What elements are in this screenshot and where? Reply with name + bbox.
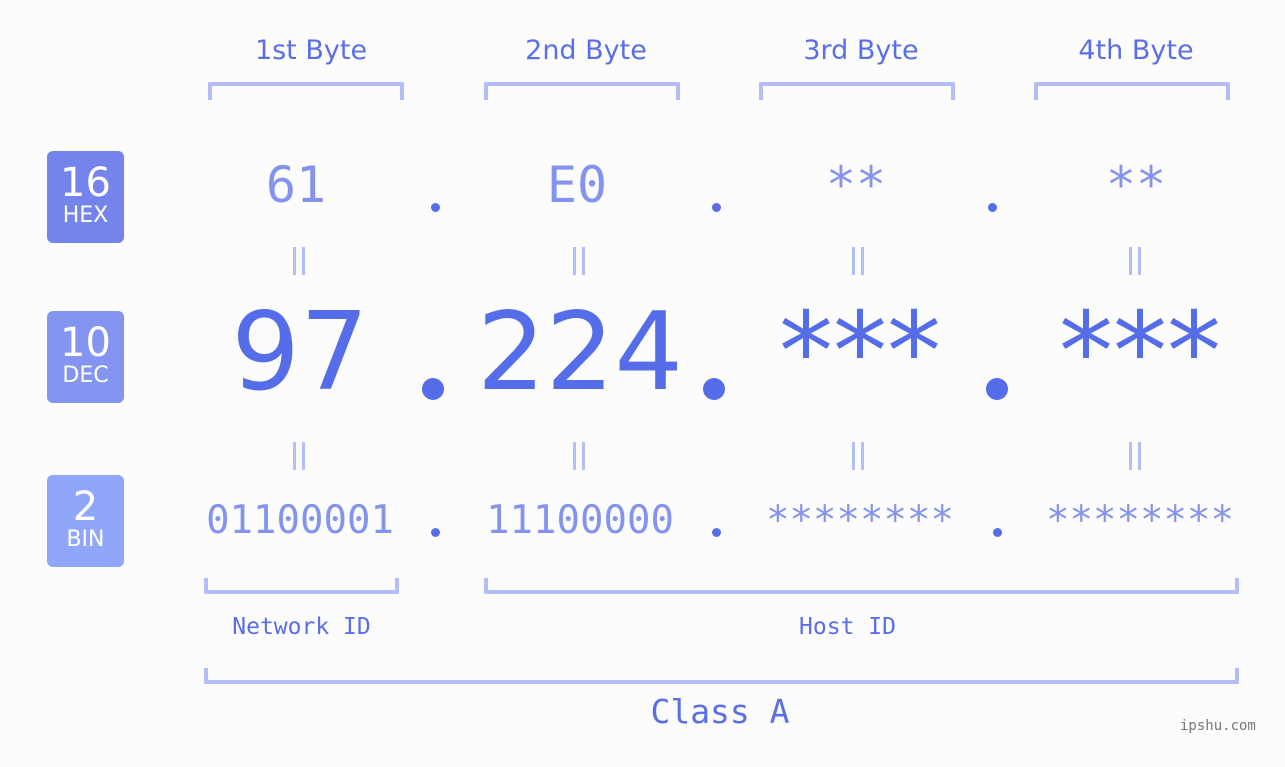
hex-separator-dot	[712, 203, 721, 212]
hex-byte-2: E0	[546, 156, 608, 214]
hex-byte-3: **	[825, 156, 887, 214]
byte-bracket-3	[759, 82, 955, 100]
dec-badge-base: 10	[60, 320, 111, 366]
hex-badge-base: 16	[60, 160, 111, 206]
dec-byte-3: ***	[779, 290, 941, 415]
equals-icon	[291, 247, 307, 275]
equals-icon	[291, 442, 307, 470]
host-id-label: Host ID	[799, 614, 896, 640]
equals-icon	[1127, 442, 1143, 470]
watermark: ipshu.com	[1180, 718, 1256, 734]
hex-badge: 16 HEX	[47, 151, 124, 243]
network-id-label: Network ID	[232, 614, 371, 640]
ip-class-label: Class A	[650, 692, 790, 731]
hex-byte-1: 61	[265, 156, 327, 214]
dec-badge-label: DEC	[62, 363, 109, 388]
bin-badge-base: 2	[72, 484, 99, 530]
bin-byte-3: ********	[766, 498, 954, 543]
bin-separator-dot	[993, 528, 1002, 537]
equals-icon	[850, 247, 866, 275]
byte-header-3: 3rd Byte	[803, 35, 919, 66]
dec-separator-dot	[422, 378, 444, 400]
byte-header-4: 4th Byte	[1078, 35, 1194, 66]
equals-icon	[1127, 247, 1143, 275]
equals-icon	[571, 442, 587, 470]
dec-separator-dot	[986, 378, 1008, 400]
bin-separator-dot	[712, 528, 721, 537]
bin-byte-1: 01100001	[206, 498, 394, 543]
equals-icon	[571, 247, 587, 275]
hex-byte-4: **	[1105, 156, 1167, 214]
dec-separator-dot	[703, 378, 725, 400]
bin-byte-2: 11100000	[486, 498, 674, 543]
byte-header-2: 2nd Byte	[525, 35, 647, 66]
hex-separator-dot	[431, 203, 440, 212]
byte-bracket-4	[1034, 82, 1230, 100]
equals-icon	[850, 442, 866, 470]
hex-badge-label: HEX	[62, 203, 109, 228]
byte-header-1: 1st Byte	[254, 35, 368, 66]
network-id-bracket	[204, 578, 399, 594]
hex-separator-dot	[988, 203, 997, 212]
dec-byte-1: 97	[231, 290, 369, 415]
bin-badge: 2 BIN	[47, 475, 124, 567]
dec-badge: 10 DEC	[47, 311, 124, 403]
bin-badge-label: BIN	[66, 527, 105, 552]
class-bracket	[204, 668, 1239, 684]
dec-byte-4: ***	[1059, 290, 1221, 415]
host-id-bracket	[484, 578, 1239, 594]
byte-bracket-2	[484, 82, 680, 100]
bin-byte-4: ********	[1046, 498, 1234, 543]
byte-bracket-1	[208, 82, 404, 100]
dec-byte-2: 224	[476, 290, 684, 415]
bin-separator-dot	[431, 528, 440, 537]
